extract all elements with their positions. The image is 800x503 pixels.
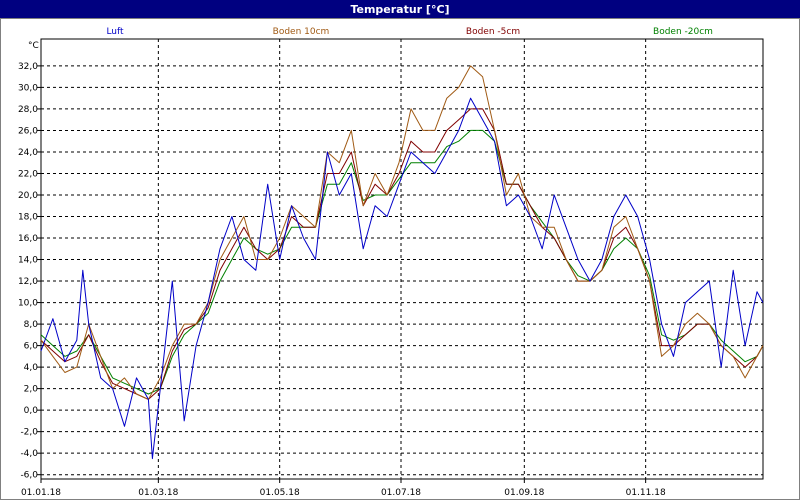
- y-tick-label: 4,0: [24, 363, 39, 373]
- x-tick-label: 01.05.18: [260, 488, 300, 498]
- y-tick-label: 16,0: [18, 234, 38, 244]
- chart-title-bar: Temperatur [°C]: [0, 0, 800, 18]
- x-tick-label: 01.03.18: [138, 488, 178, 498]
- x-tick-label: 01.09.18: [504, 488, 544, 498]
- y-tick-label: 12,0: [18, 277, 38, 287]
- legend: Luft Boden 10cm Boden -5cm Boden -20cm: [106, 27, 713, 37]
- y-tick-label: -4,0: [20, 449, 38, 459]
- y-tick-label: 18,0: [18, 213, 38, 223]
- legend-item-boden-20cm: Boden -20cm: [653, 27, 713, 37]
- y-tick-label: 10,0: [18, 299, 38, 309]
- y-tick-label: 30,0: [18, 83, 38, 93]
- chart-title: Temperatur [°C]: [350, 2, 450, 16]
- x-tick-label: 01.01.18: [21, 488, 61, 498]
- x-tick-label: 01.07.18: [381, 488, 421, 498]
- legend-item-boden-10cm: Boden 10cm: [273, 27, 330, 37]
- temperature-line-chart: -6,0 -4,0 -2,0 0,0 2,0 4,0 6,0 8,0 10,0 12,0 14,0 1…: [18, 27, 764, 498]
- y-tick-label: 28,0: [18, 105, 38, 115]
- axis-ticks: -6,0 -4,0 -2,0 0,0 2,0 4,0 6,0 8,0 10,0 12,0 14,0 1…: [18, 62, 666, 498]
- y-tick-label: 14,0: [18, 256, 38, 266]
- x-tick-label: 01.11.18: [626, 488, 666, 498]
- y-tick-label: 32,0: [18, 62, 38, 72]
- series-line-boden-10cm: [40, 65, 764, 400]
- y-tick-label: 22,0: [18, 169, 38, 179]
- y-tick-label: 8,0: [24, 320, 39, 330]
- series-line-boden-20cm: [40, 129, 764, 395]
- legend-item-boden-5cm: Boden -5cm: [466, 27, 520, 37]
- series-lines: [40, 65, 764, 460]
- y-tick-label: 26,0: [18, 126, 38, 136]
- y-tick-label: 24,0: [18, 148, 38, 158]
- y-tick-label: 2,0: [24, 385, 39, 395]
- series-line-boden-5cm: [40, 108, 764, 400]
- y-tick-label: -6,0: [20, 471, 38, 481]
- y-axis-unit-label: °C: [28, 41, 39, 51]
- y-tick-label: -2,0: [20, 428, 38, 438]
- y-tick-label: 0,0: [24, 406, 39, 416]
- legend-item-luft: Luft: [106, 27, 124, 37]
- y-tick-label: 6,0: [24, 342, 39, 352]
- y-tick-label: 20,0: [18, 191, 38, 201]
- chart-frame: -6,0 -4,0 -2,0 0,0 2,0 4,0 6,0 8,0 10,0 12,0 14,0 1…: [0, 18, 800, 500]
